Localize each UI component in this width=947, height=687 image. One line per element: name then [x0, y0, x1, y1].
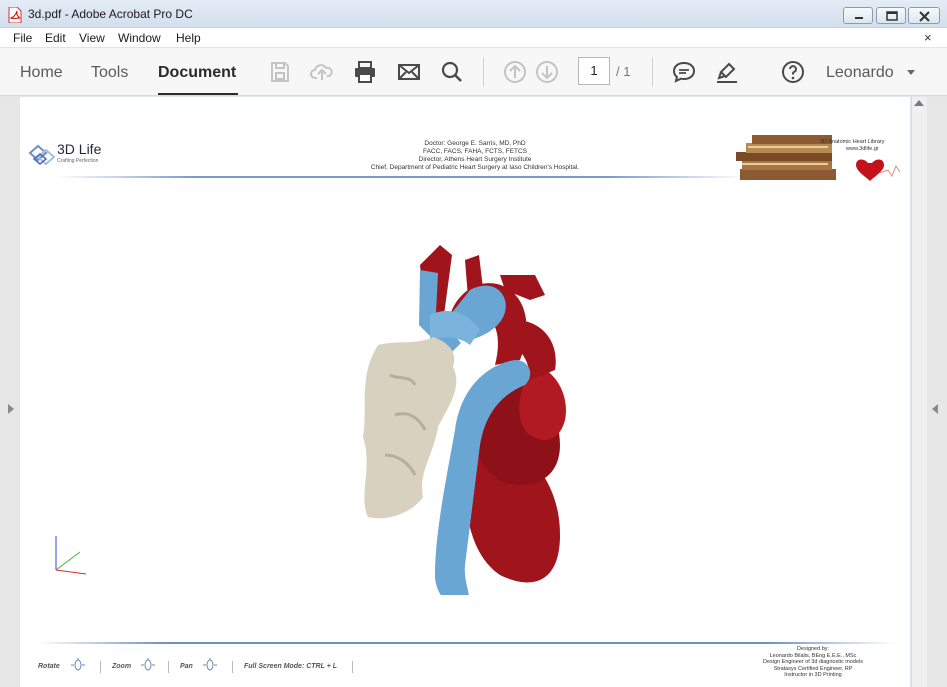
3dlife-logo-icon	[28, 144, 56, 166]
user-menu[interactable]: Leonardo	[826, 64, 894, 82]
footer-separator	[232, 661, 233, 673]
chevron-down-icon[interactable]	[907, 70, 915, 75]
close-window-button[interactable]	[908, 7, 940, 24]
minimize-icon	[855, 17, 863, 19]
maximize-button[interactable]	[876, 7, 906, 24]
footer-divider	[36, 642, 896, 644]
pan-tool-icon[interactable]	[202, 657, 218, 673]
designer-credits: Designed by: Leonardo Bilalis, BEng E.E.…	[738, 646, 888, 679]
doctor-line: FACC, FACS, FAHA, FCTS, FETCS	[422, 148, 527, 155]
doctor-credentials: Doctor: George E. Sarris, MD, PhD FACC, …	[310, 140, 640, 172]
window-title: 3d.pdf - Adobe Acrobat Pro DC	[28, 7, 193, 21]
footer-separator	[100, 661, 101, 673]
menu-edit[interactable]: Edit	[45, 31, 66, 45]
close-icon	[919, 11, 930, 22]
page-total: / 1	[616, 64, 631, 79]
menu-bar: File Edit View Window Help ×	[0, 28, 947, 48]
tab-document[interactable]: Document	[158, 64, 236, 82]
pdf-page: 3D Life Crafting Perfection Doctor: Geor…	[20, 97, 910, 687]
search-icon[interactable]	[440, 60, 464, 84]
header-divider	[56, 176, 746, 178]
toolbar: Home Tools Document	[0, 48, 947, 96]
mail-icon[interactable]	[397, 60, 421, 84]
comment-icon[interactable]	[672, 60, 696, 84]
toolbar-separator	[652, 58, 653, 86]
bone-tissue-shape	[363, 337, 457, 519]
menu-help[interactable]: Help	[176, 31, 201, 45]
expand-left-pane-icon[interactable]	[8, 404, 14, 414]
doctor-line: Doctor: George E. Sarris, MD, PhD	[424, 140, 526, 147]
doctor-line: Director, Athens Heart Surgery Institute	[418, 156, 532, 163]
zoom-control-label: Zoom	[112, 663, 132, 670]
minimize-button[interactable]	[843, 7, 873, 24]
rotate-tool-icon[interactable]	[70, 657, 86, 673]
highlight-icon[interactable]	[715, 60, 739, 84]
doctor-line: Chief, Department of Pediatric Heart Sur…	[370, 164, 580, 171]
scroll-up-icon[interactable]	[914, 100, 924, 106]
pdf-app-icon	[8, 7, 22, 23]
footer-separator	[168, 661, 169, 673]
expand-right-pane-icon[interactable]	[932, 404, 938, 414]
axis-triad-icon	[55, 536, 87, 575]
page-down-icon[interactable]	[535, 60, 559, 84]
pan-control-label: Pan	[180, 663, 193, 670]
library-title: 3D Anatomic Heart Library	[820, 139, 885, 145]
close-document-button[interactable]: ×	[924, 30, 932, 45]
active-tab-indicator	[158, 93, 238, 95]
print-icon[interactable]	[353, 60, 377, 84]
menu-window[interactable]: Window	[118, 31, 161, 45]
rotate-control-label: Rotate	[38, 663, 60, 670]
logo-tagline: Crafting Perfection	[57, 158, 99, 164]
help-icon[interactable]	[781, 60, 805, 84]
logo-text: 3D Life	[57, 141, 102, 157]
tab-tools[interactable]: Tools	[91, 64, 128, 82]
credit-line: Instructor in 3D Printing	[784, 672, 842, 678]
left-pane-handle[interactable]	[0, 97, 20, 687]
heart-3d-model[interactable]	[350, 235, 590, 595]
page-up-icon[interactable]	[503, 60, 527, 84]
library-url: www.3dlife.gr	[846, 146, 879, 152]
menu-file[interactable]: File	[13, 31, 32, 45]
upload-icon[interactable]	[310, 60, 334, 84]
toolbar-separator	[483, 58, 484, 86]
fullscreen-shortcut-label: Full Screen Mode: CTRL + L	[244, 663, 338, 670]
footer-separator	[352, 661, 353, 673]
menu-view[interactable]: View	[79, 31, 105, 45]
vertical-scrollbar[interactable]	[911, 97, 927, 687]
title-bar: 3d.pdf - Adobe Acrobat Pro DC	[0, 0, 947, 28]
restore-icon	[886, 11, 898, 21]
right-pane-handle[interactable]	[927, 97, 947, 687]
save-icon[interactable]	[268, 60, 292, 84]
tab-home[interactable]: Home	[20, 64, 63, 82]
zoom-tool-icon[interactable]	[140, 657, 156, 673]
page-number-input[interactable]: 1	[578, 57, 610, 85]
